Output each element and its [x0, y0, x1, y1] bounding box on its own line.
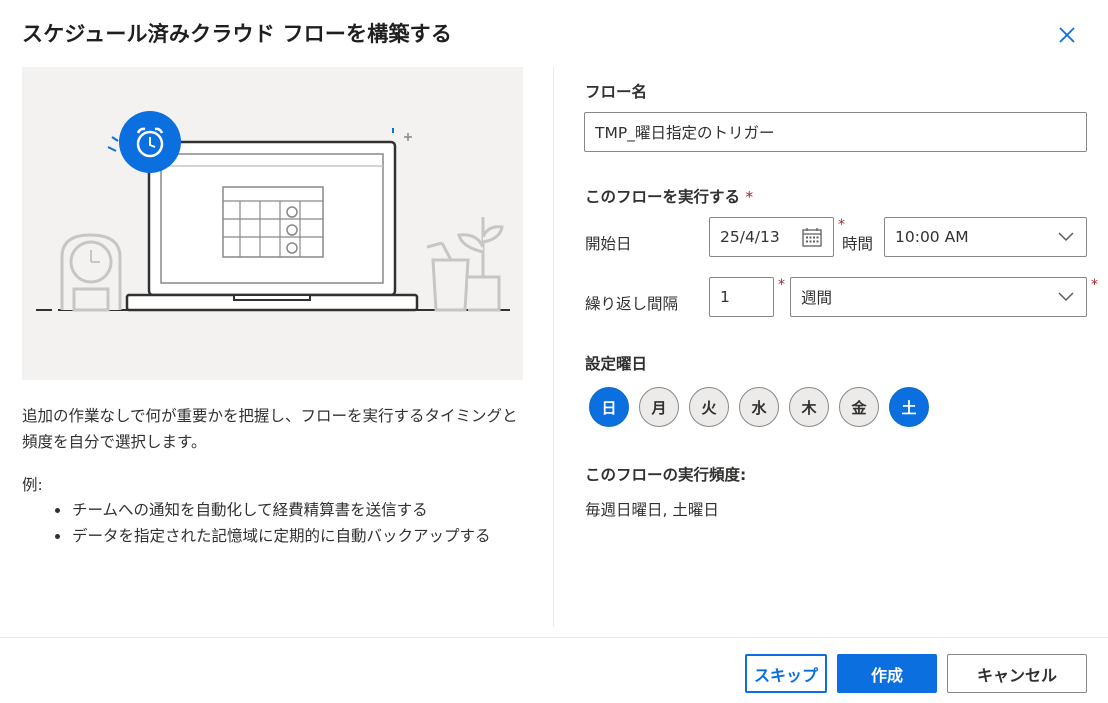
required-mark: *	[1091, 277, 1098, 293]
run-label-text: このフローを実行する	[585, 188, 741, 206]
time-value: 10:00 AM	[895, 228, 969, 246]
flow-name-input[interactable]: TMP_曜日指定のトリガー	[584, 112, 1087, 152]
schedule-illustration	[22, 67, 523, 380]
start-date-label: 開始日	[585, 235, 632, 253]
required-mark: *	[778, 277, 785, 293]
repeat-label: 繰り返し間隔	[585, 295, 679, 313]
description-text: 追加の作業なしで何が重要かを把握し、フローを実行するタイミングと頻度を自分で選択…	[22, 407, 518, 451]
start-date-picker[interactable]: 25/4/13	[709, 217, 834, 257]
run-section-label: このフローを実行する *	[585, 185, 753, 207]
chevron-down-icon	[1058, 292, 1074, 302]
time-select[interactable]: 10:00 AM	[884, 217, 1087, 257]
calendar-icon[interactable]	[801, 226, 823, 248]
close-button[interactable]	[1054, 22, 1080, 48]
day-toggle-thu[interactable]: 木	[789, 387, 829, 427]
start-date-value: 25/4/13	[720, 228, 780, 246]
example-label: 例:	[22, 476, 43, 494]
repeat-unit-select[interactable]: 週間	[790, 277, 1087, 317]
days-label: 設定曜日	[585, 355, 648, 373]
day-toggle-mon[interactable]: 月	[639, 387, 679, 427]
footer-divider	[0, 637, 1108, 638]
vertical-divider	[553, 67, 554, 627]
frequency-label: このフローの実行頻度:	[585, 466, 747, 484]
chevron-down-icon	[1058, 232, 1074, 242]
day-toggle-fri[interactable]: 金	[839, 387, 879, 427]
required-mark: *	[838, 217, 845, 233]
flow-name-label: フロー名	[585, 83, 648, 101]
required-mark: *	[745, 188, 754, 206]
list-item: チームへの通知を自動化して経費精算書を送信する	[52, 497, 522, 523]
create-button[interactable]: 作成	[837, 654, 937, 693]
frequency-value: 毎週日曜日, 土曜日	[585, 501, 719, 519]
repeat-unit-value: 週間	[801, 289, 833, 307]
day-toggle-wed[interactable]: 水	[739, 387, 779, 427]
repeat-value: 1	[720, 288, 730, 306]
flow-name-value: TMP_曜日指定のトリガー	[595, 124, 775, 142]
skip-button[interactable]: スキップ	[745, 654, 827, 693]
close-icon	[1059, 27, 1075, 43]
repeat-interval-input[interactable]: 1	[709, 277, 774, 317]
list-item: データを指定された記憶域に定期的に自動バックアップする	[52, 523, 522, 549]
day-toggle-tue[interactable]: 火	[689, 387, 729, 427]
dialog-title: スケジュール済みクラウド フローを構築する	[22, 22, 453, 46]
day-toggle-sat[interactable]: 土	[889, 387, 929, 427]
example-list: チームへの通知を自動化して経費精算書を送信する データを指定された記憶域に定期的…	[52, 497, 522, 549]
cancel-button[interactable]: キャンセル	[947, 654, 1087, 693]
time-label: 時間	[842, 235, 874, 253]
laptop-clock-illustration	[36, 111, 510, 312]
day-toggle-sun[interactable]: 日	[589, 387, 629, 427]
